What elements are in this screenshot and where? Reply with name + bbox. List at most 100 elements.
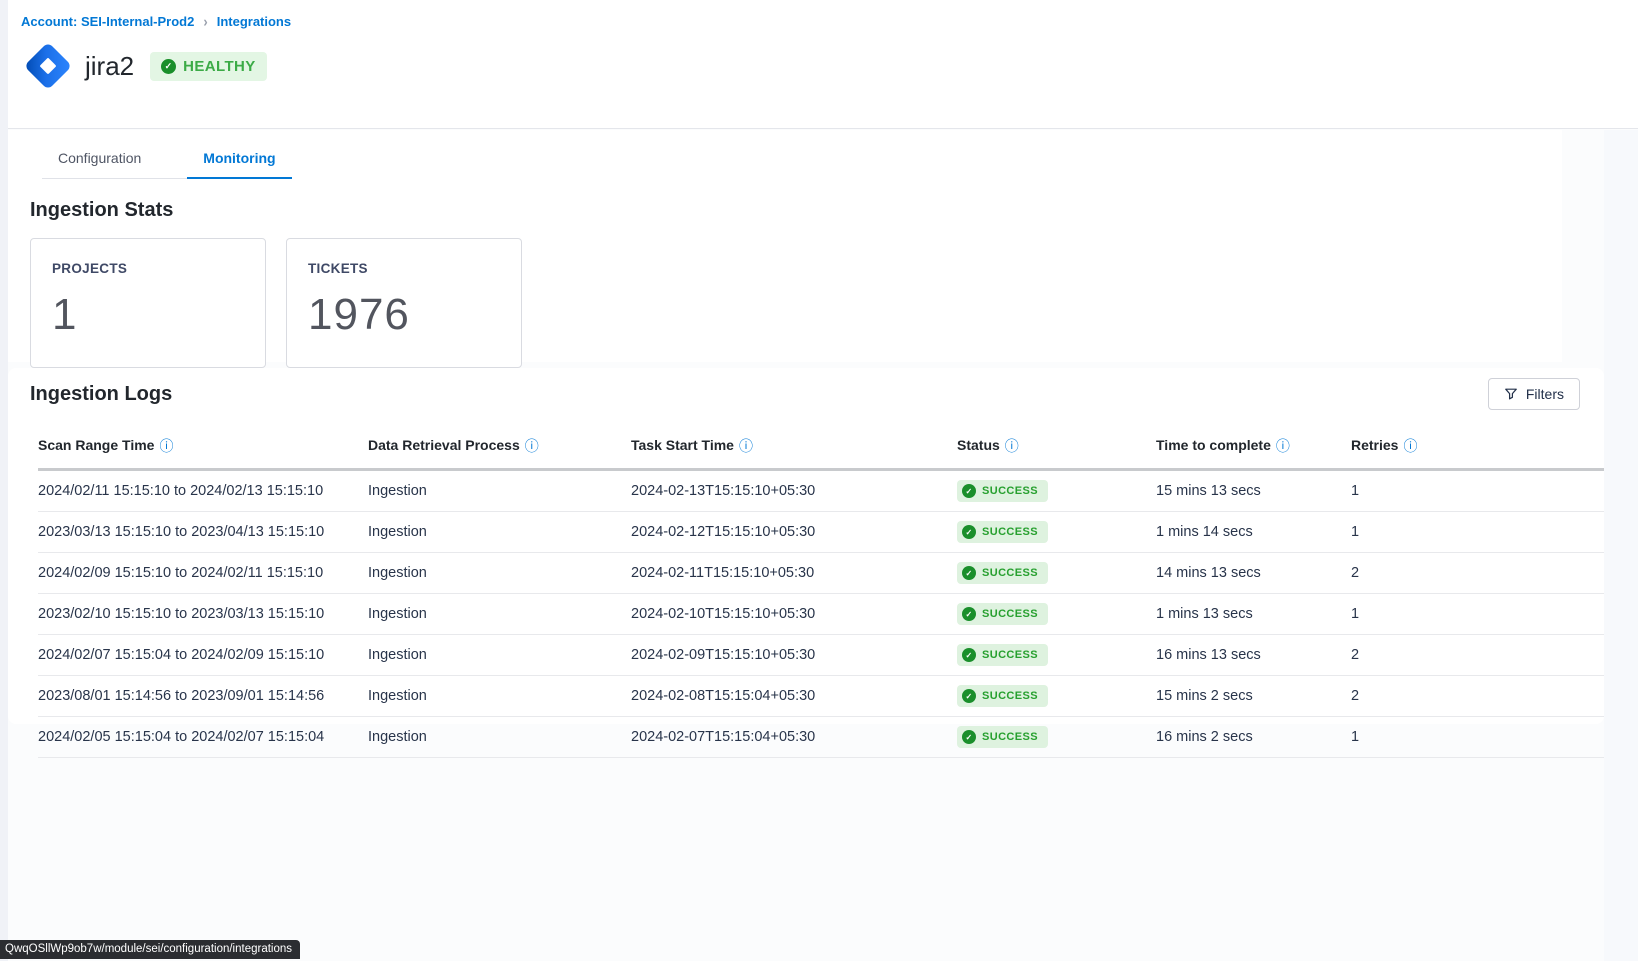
tab-monitoring[interactable]: Monitoring [187,138,291,179]
page-right-gutter [1604,130,1638,961]
status-cell: ✓ SUCCESS [957,470,1156,512]
retries-cell: 1 [1351,470,1604,512]
check-circle-icon: ✓ [962,689,976,703]
table-row[interactable]: 2024/02/11 15:15:10 to 2024/02/13 15:15:… [38,470,1604,512]
process-cell: Ingestion [368,512,631,553]
status-badge-success: ✓ SUCCESS [957,644,1048,666]
retries-cell: 2 [1351,676,1604,717]
process-cell: Ingestion [368,470,631,512]
status-cell: ✓ SUCCESS [957,635,1156,676]
status-cell: ✓ SUCCESS [957,512,1156,553]
stat-card-projects: PROJECTS 1 [30,238,266,368]
table-row[interactable]: 2023/08/01 15:14:56 to 2023/09/01 15:14:… [38,676,1604,717]
time-to-complete-cell: 16 mins 13 secs [1156,635,1351,676]
time-to-complete-cell: 1 mins 14 secs [1156,512,1351,553]
retries-cell: 2 [1351,635,1604,676]
time-to-complete-cell: 14 mins 13 secs [1156,553,1351,594]
stat-label: PROJECTS [52,261,265,276]
chevron-right-icon: › [203,13,207,30]
table-row[interactable]: 2023/02/10 15:15:10 to 2023/03/13 15:15:… [38,594,1604,635]
task-start-cell: 2024-02-11T15:15:10+05:30 [631,553,957,594]
scan-range-cell: 2023/08/01 15:14:56 to 2023/09/01 15:14:… [38,676,368,717]
task-start-cell: 2024-02-12T15:15:10+05:30 [631,512,957,553]
process-cell: Ingestion [368,717,631,758]
browser-status-url: QwqOSllWp9ob7w/module/sei/configuration/… [0,940,300,959]
stat-cards: PROJECTS 1 TICKETS 1976 [30,238,1562,368]
integration-title-row: jira2 ✓ HEALTHY [21,39,1638,93]
filter-funnel-icon [1504,387,1518,401]
ingestion-logs-card: Ingestion Logs Filters Scan Range TimeⓘD… [8,368,1604,724]
page-title: jira2 [85,51,134,82]
table-row[interactable]: 2024/02/09 15:15:10 to 2024/02/11 15:15:… [38,553,1604,594]
status-label: SUCCESS [982,567,1038,579]
scan-range-cell: 2024/02/07 15:15:04 to 2024/02/09 15:15:… [38,635,368,676]
status-label: SUCCESS [982,690,1038,702]
status-badge-success: ✓ SUCCESS [957,480,1048,502]
status-label: SUCCESS [982,649,1038,661]
ingestion-logs-title: Ingestion Logs [30,383,172,406]
stat-label: TICKETS [308,261,521,276]
table-row[interactable]: 2024/02/07 15:15:04 to 2024/02/09 15:15:… [38,635,1604,676]
table-row[interactable]: 2023/03/13 15:15:10 to 2023/04/13 15:15:… [38,512,1604,553]
time-to-complete-cell: 15 mins 13 secs [1156,470,1351,512]
filters-button[interactable]: Filters [1488,378,1580,410]
info-icon[interactable]: ⓘ [525,438,539,454]
column-header: Statusⓘ [957,428,1156,470]
stat-value: 1 [52,290,265,340]
status-badge-healthy: ✓ HEALTHY [150,52,267,81]
breadcrumb-account-link[interactable]: Account: SEI-Internal-Prod2 [21,14,194,29]
tab-configuration[interactable]: Configuration [42,138,157,179]
retries-cell: 1 [1351,717,1604,758]
task-start-cell: 2024-02-10T15:15:10+05:30 [631,594,957,635]
info-icon[interactable]: ⓘ [159,438,173,454]
health-status-label: HEALTHY [183,58,256,75]
info-icon[interactable]: ⓘ [1403,438,1417,454]
scan-range-cell: 2024/02/09 15:15:10 to 2024/02/11 15:15:… [38,553,368,594]
ingestion-logs-table: Scan Range TimeⓘData Retrieval ProcessⓘT… [38,428,1604,758]
table-header-row: Scan Range TimeⓘData Retrieval ProcessⓘT… [38,428,1604,470]
process-cell: Ingestion [368,594,631,635]
check-circle-icon: ✓ [962,648,976,662]
check-circle-icon: ✓ [962,607,976,621]
page-header: Account: SEI-Internal-Prod2 › Integratio… [0,0,1638,129]
status-label: SUCCESS [982,731,1038,743]
ingestion-logs-header: Ingestion Logs Filters [8,378,1604,410]
time-to-complete-cell: 15 mins 2 secs [1156,676,1351,717]
stat-card-tickets: TICKETS 1976 [286,238,522,368]
column-header: Time to completeⓘ [1156,428,1351,470]
tab-bar: Configuration Monitoring [42,138,292,179]
status-label: SUCCESS [982,485,1038,497]
process-cell: Ingestion [368,635,631,676]
check-circle-icon: ✓ [161,59,176,74]
task-start-cell: 2024-02-13T15:15:10+05:30 [631,470,957,512]
breadcrumb: Account: SEI-Internal-Prod2 › Integratio… [21,14,1638,29]
status-badge-success: ✓ SUCCESS [957,685,1048,707]
info-icon[interactable]: ⓘ [739,438,753,454]
scan-range-cell: 2024/02/11 15:15:10 to 2024/02/13 15:15:… [38,470,368,512]
task-start-cell: 2024-02-08T15:15:04+05:30 [631,676,957,717]
process-cell: Ingestion [368,553,631,594]
time-to-complete-cell: 16 mins 2 secs [1156,717,1351,758]
info-icon[interactable]: ⓘ [1276,438,1290,454]
check-circle-icon: ✓ [962,566,976,580]
table-row[interactable]: 2024/02/05 15:15:04 to 2024/02/07 15:15:… [38,717,1604,758]
task-start-cell: 2024-02-07T15:15:04+05:30 [631,717,957,758]
retries-cell: 2 [1351,553,1604,594]
process-cell: Ingestion [368,676,631,717]
status-label: SUCCESS [982,526,1038,538]
check-circle-icon: ✓ [962,525,976,539]
status-cell: ✓ SUCCESS [957,717,1156,758]
sei-integration-monitoring-page: Account: SEI-Internal-Prod2 › Integratio… [0,0,1638,961]
jira-logo-icon [21,39,75,93]
breadcrumb-integrations-link[interactable]: Integrations [217,14,291,29]
status-cell: ✓ SUCCESS [957,594,1156,635]
status-badge-success: ✓ SUCCESS [957,603,1048,625]
scan-range-cell: 2023/03/13 15:15:10 to 2023/04/13 15:15:… [38,512,368,553]
scan-range-cell: 2023/02/10 15:15:10 to 2023/03/13 15:15:… [38,594,368,635]
info-icon[interactable]: ⓘ [1005,438,1019,454]
column-header: Scan Range Timeⓘ [38,428,368,470]
status-label: SUCCESS [982,608,1038,620]
status-badge-success: ✓ SUCCESS [957,562,1048,584]
retries-cell: 1 [1351,594,1604,635]
check-circle-icon: ✓ [962,484,976,498]
